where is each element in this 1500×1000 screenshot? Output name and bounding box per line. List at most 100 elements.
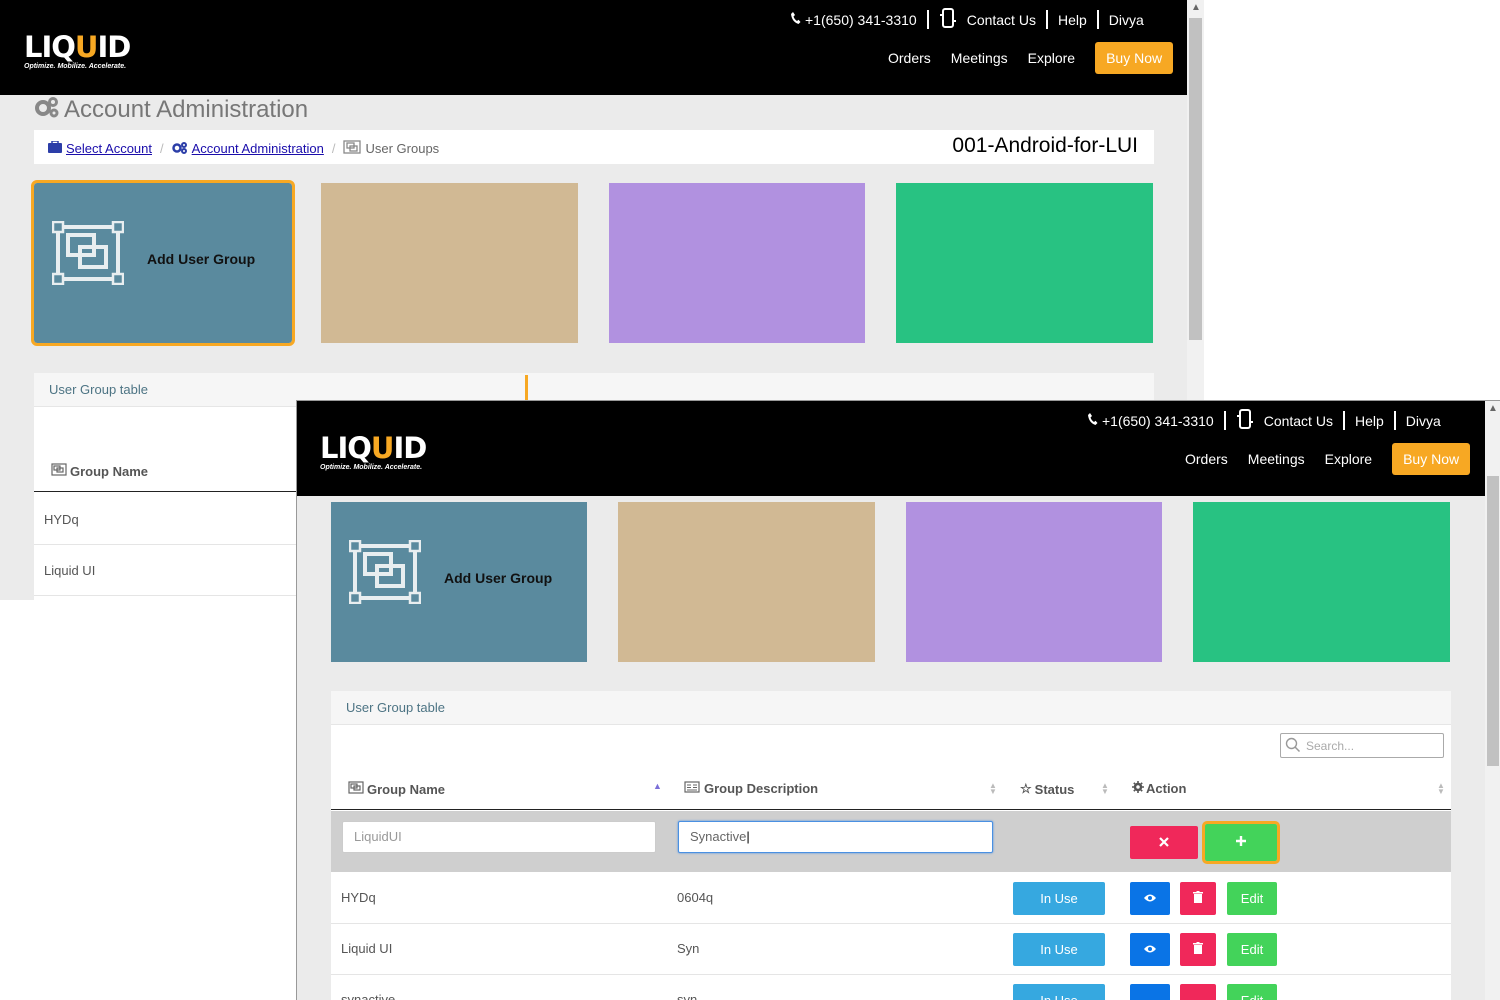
divider xyxy=(1045,10,1048,29)
nav-meetings[interactable]: Meetings xyxy=(951,50,1008,66)
gears-icon xyxy=(171,141,188,157)
tile-green[interactable] xyxy=(1193,502,1450,662)
group-icon xyxy=(348,781,364,797)
card-icon xyxy=(684,781,700,796)
trash-icon xyxy=(1193,942,1203,957)
breadcrumb-account-administration[interactable]: Account Administration xyxy=(192,141,324,156)
help-link[interactable]: Help xyxy=(1355,413,1384,429)
buy-now-button[interactable]: Buy Now xyxy=(1392,443,1471,475)
phone-icon xyxy=(1087,412,1098,429)
scroll-up-arrow-icon[interactable]: ▲ xyxy=(1488,403,1498,414)
user-menu[interactable]: Divya xyxy=(1109,12,1144,28)
delete-button[interactable] xyxy=(1180,984,1216,1000)
breadcrumb-current: User Groups xyxy=(365,141,440,156)
scroll-up-arrow-icon[interactable]: ▲ xyxy=(1191,2,1201,13)
group-icon xyxy=(51,463,67,479)
table-cell-name: Liquid UI xyxy=(44,563,96,578)
scrollbar[interactable]: ▲ xyxy=(1485,401,1500,1000)
nav-explore[interactable]: Explore xyxy=(1028,50,1075,66)
sort-asc-icon[interactable]: ▲ xyxy=(653,781,662,791)
cancel-button[interactable] xyxy=(1130,826,1198,859)
status-badge[interactable]: In Use xyxy=(1013,984,1105,1000)
nav-explore[interactable]: Explore xyxy=(1325,451,1372,467)
breadcrumb-bar: Select Account / Account Administration … xyxy=(34,130,1154,164)
search-field[interactable]: Search... xyxy=(1280,733,1444,758)
contact-row: +1(650) 341-3310 Contact Us Help Divya xyxy=(790,8,1144,31)
add-user-group-tile[interactable]: Add User Group xyxy=(31,180,295,346)
view-button[interactable] xyxy=(1130,933,1170,966)
breadcrumb: Select Account / Account Administration … xyxy=(48,140,439,157)
table-cell-name: HYDq xyxy=(44,512,79,527)
group-name-input[interactable]: LiquidUI xyxy=(342,821,656,853)
search-icon xyxy=(1285,737,1301,758)
table-cell-name: synactive xyxy=(341,992,396,1000)
page-scrollbar[interactable]: ▲ xyxy=(1187,0,1204,400)
add-user-group-label: Add User Group xyxy=(147,251,256,267)
sort-both-icon[interactable]: ▲ ▼ xyxy=(989,782,997,796)
phone-icon xyxy=(790,11,801,28)
contact-us-link[interactable]: Contact Us xyxy=(1264,413,1333,429)
tile-tan[interactable] xyxy=(618,502,875,662)
help-link[interactable]: Help xyxy=(1058,12,1087,28)
main-nav: Orders Meetings Explore Buy Now xyxy=(888,42,1174,74)
gear-icon xyxy=(1132,781,1144,796)
column-group-description[interactable]: Group Description xyxy=(684,781,818,796)
gears-icon xyxy=(34,95,60,125)
table-cell-name: HYDq xyxy=(341,890,376,905)
tile-green[interactable] xyxy=(896,183,1153,343)
delete-button[interactable] xyxy=(1180,933,1216,966)
plus-icon xyxy=(1235,835,1247,850)
delete-button[interactable] xyxy=(1180,882,1216,915)
star-icon: ☆ xyxy=(1020,781,1032,796)
phone-number[interactable]: +1(650) 341-3310 xyxy=(1102,413,1214,429)
status-badge[interactable]: In Use xyxy=(1013,933,1105,966)
nav-meetings[interactable]: Meetings xyxy=(1248,451,1305,467)
scrollbar-thumb[interactable] xyxy=(1189,18,1202,340)
contact-row: +1(650) 341-3310 Contact Us Help Divya xyxy=(1087,409,1441,432)
eye-icon xyxy=(1143,891,1157,906)
foreground-screenshot: LIQUID Optimize. Mobilize. Accelerate. +… xyxy=(296,400,1500,1000)
user-group-table-card: User Group table Search... Group Name ▲ … xyxy=(331,691,1451,1000)
breadcrumb-select-account[interactable]: Select Account xyxy=(66,141,152,156)
table-cell-description: 0604q xyxy=(677,890,714,905)
group-description-input[interactable]: Synactive| xyxy=(678,821,993,853)
edit-button[interactable]: Edit xyxy=(1227,984,1277,1000)
nav-orders[interactable]: Orders xyxy=(888,50,931,66)
divider xyxy=(1096,10,1099,29)
sort-both-icon[interactable]: ▲ ▼ xyxy=(1437,782,1445,796)
status-badge[interactable]: In Use xyxy=(1013,882,1105,915)
user-menu[interactable]: Divya xyxy=(1406,413,1441,429)
table-cell-description: syn xyxy=(677,992,698,1000)
sort-both-icon[interactable]: ▲ ▼ xyxy=(1101,782,1109,796)
page-title: Account Administration xyxy=(34,95,308,125)
contact-us-link[interactable]: Contact Us xyxy=(967,12,1036,28)
buy-now-button[interactable]: Buy Now xyxy=(1095,42,1174,74)
liquid-logo[interactable]: LIQUID Optimize. Mobilize. Accelerate. xyxy=(320,433,427,472)
briefcase-icon xyxy=(48,140,62,156)
column-action[interactable]: Action xyxy=(1132,781,1186,796)
column-group-name[interactable]: Group Name xyxy=(51,463,148,479)
account-id: 001-Android-for-LUI xyxy=(952,134,1138,157)
user-group-icon xyxy=(51,220,125,290)
tile-purple[interactable] xyxy=(609,183,865,343)
search-input[interactable]: Search... xyxy=(1306,739,1354,753)
nav-orders[interactable]: Orders xyxy=(1185,451,1228,467)
top-navbar: LIQUID Optimize. Mobilize. Accelerate. +… xyxy=(0,0,1187,95)
group-icon xyxy=(343,140,362,157)
mobile-contact-icon xyxy=(939,8,957,31)
add-user-group-tile[interactable]: Add User Group xyxy=(331,502,587,662)
edit-button[interactable]: Edit xyxy=(1227,933,1277,966)
view-button[interactable] xyxy=(1130,984,1170,1000)
column-status[interactable]: ☆ Status xyxy=(1020,781,1074,797)
liquid-logo[interactable]: LIQUID Optimize. Mobilize. Accelerate. xyxy=(24,32,131,71)
phone-number[interactable]: +1(650) 341-3310 xyxy=(805,12,917,28)
tile-tan[interactable] xyxy=(321,183,578,343)
mobile-contact-icon xyxy=(1236,409,1254,432)
scrollbar-thumb[interactable] xyxy=(1487,476,1499,766)
column-group-name[interactable]: Group Name xyxy=(348,781,445,797)
view-button[interactable] xyxy=(1130,882,1170,915)
table-cell-description: Syn xyxy=(677,941,700,956)
edit-button[interactable]: Edit xyxy=(1227,882,1277,915)
tile-purple[interactable] xyxy=(906,502,1162,662)
add-button[interactable] xyxy=(1202,821,1280,864)
